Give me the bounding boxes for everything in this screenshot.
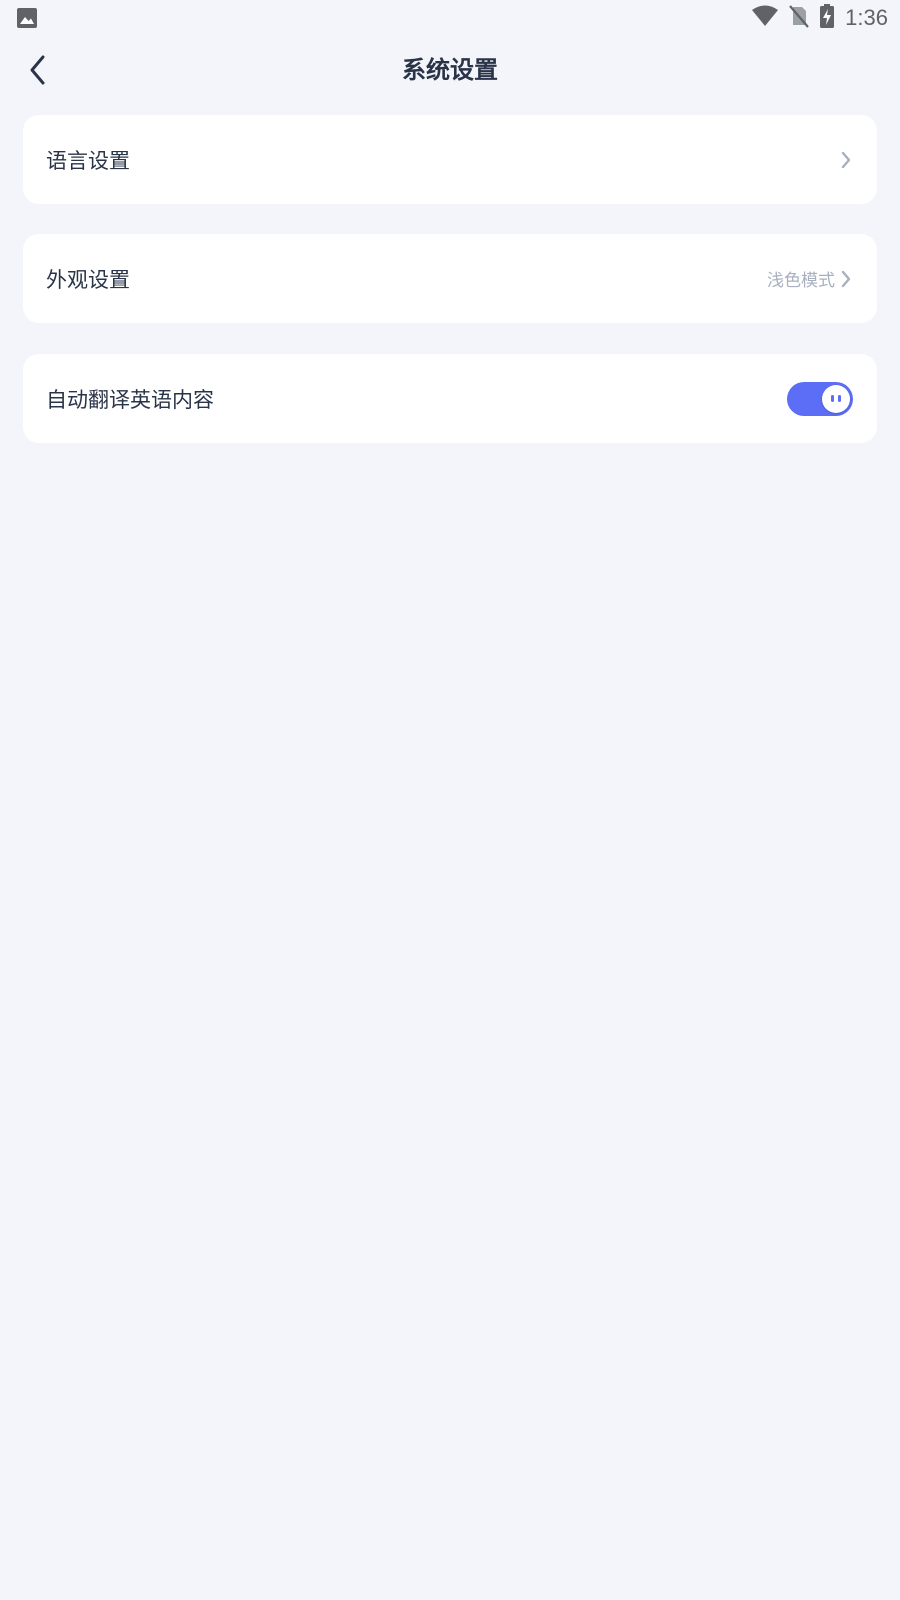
status-icons: 1:36 [751, 4, 888, 32]
status-time: 1:36 [845, 5, 888, 30]
status-bar: 1:36 [0, 0, 900, 36]
appearance-settings-item[interactable]: 外观设置 浅色模式 [23, 234, 877, 323]
battery-charging-icon [819, 3, 835, 33]
appearance-settings-right: 浅色模式 [767, 266, 853, 291]
no-sim-icon [789, 4, 810, 32]
image-icon [16, 7, 38, 29]
auto-translate-label: 自动翻译英语内容 [46, 387, 214, 412]
toggle-knob-eye-right [838, 394, 841, 402]
auto-translate-toggle[interactable] [787, 381, 853, 416]
appearance-settings-label: 外观设置 [46, 267, 130, 292]
wifi-icon [751, 4, 779, 32]
auto-translate-item: 自动翻译英语内容 [23, 354, 877, 443]
appearance-mode-value: 浅色模式 [767, 271, 835, 291]
toggle-knob-eye-left [831, 394, 834, 402]
language-settings-right [839, 150, 853, 170]
header: 系统设置 [0, 36, 900, 104]
language-settings-item[interactable]: 语言设置 [23, 115, 877, 204]
page-title: 系统设置 [402, 56, 498, 84]
chevron-right-icon [839, 150, 853, 170]
language-settings-label: 语言设置 [46, 148, 130, 173]
chevron-right-icon [839, 269, 853, 289]
toggle-knob [822, 384, 850, 413]
